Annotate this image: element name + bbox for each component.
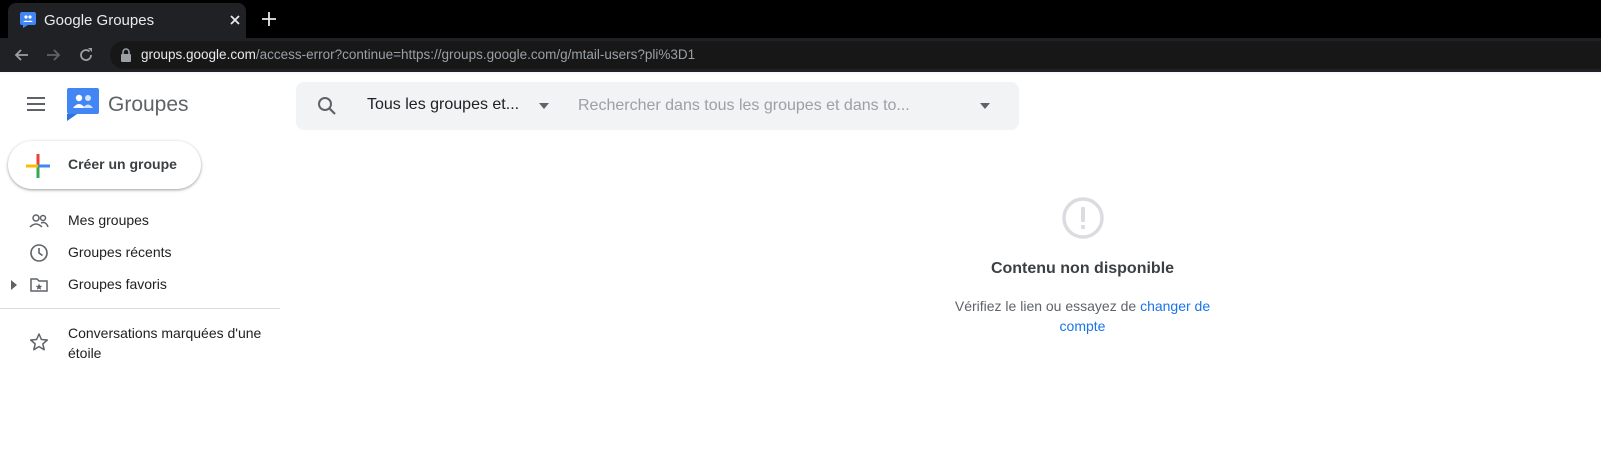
browser-tab[interactable]: Google Groupes [8,3,246,38]
sidebar-item-label: Groupes récents [68,244,172,260]
create-group-button[interactable]: Créer un groupe [8,141,201,189]
colored-plus-icon [26,154,50,178]
expand-arrow-icon[interactable] [10,280,18,290]
clock-icon [30,244,48,262]
sidebar-item-label: Mes groupes [68,212,149,228]
chevron-down-icon [539,103,549,109]
star-outline-icon [29,333,49,351]
sidebar-item-label: Conversations marquées d'une étoile [68,325,262,361]
groups-logo-icon[interactable] [67,88,101,122]
create-group-label: Créer un groupe [68,156,177,172]
sidebar-item-starred-conversations[interactable]: Conversations marquées d'une étoile [0,320,280,364]
search-scope-label: Tous les groupes et... [367,96,520,113]
search-bar: Tous les groupes et... [296,82,1019,130]
tab-title: Google Groupes [44,12,155,29]
sidebar-divider [0,308,280,309]
search-scope-dropdown[interactable]: Tous les groupes et... [356,82,556,130]
sidebar-item-favorite-groups[interactable]: Groupes favoris [0,270,280,300]
search-input[interactable] [578,92,968,120]
error-panel: Contenu non disponible Vérifiez le lien … [930,196,1235,336]
toolbar-divider [0,72,1601,74]
browser-tab-bar: Google Groupes [0,0,1601,38]
forward-arrow-icon[interactable] [43,45,63,65]
browser-toolbar: groups.google.com/access-error?continue=… [0,38,1601,72]
url-text: groups.google.com/access-error?continue=… [141,47,695,62]
new-tab-icon[interactable] [260,10,278,28]
url-path: /access-error?continue=https://groups.go… [255,47,696,62]
close-tab-icon[interactable] [226,11,244,29]
hamburger-menu-icon[interactable] [25,95,47,113]
lock-icon [121,48,131,62]
back-arrow-icon[interactable] [12,45,32,65]
folder-star-icon [30,278,48,292]
people-icon [29,214,49,228]
error-message-text: Vérifiez le lien ou essayez de [954,298,1141,314]
address-bar[interactable]: groups.google.com/access-error?continue=… [110,41,1601,69]
error-message: Vérifiez le lien ou essayez de changer d… [930,296,1235,336]
url-host: groups.google.com [141,47,256,62]
error-title: Contenu non disponible [990,260,1175,277]
app-logo-text: Groupes [108,93,189,116]
search-options-dropdown-icon[interactable] [980,103,990,109]
search-icon[interactable] [316,95,338,117]
reload-icon[interactable] [76,45,96,65]
groups-favicon-icon [20,12,36,28]
sidebar-item-my-groups[interactable]: Mes groupes [0,206,280,236]
exclamation-circle-icon [1061,197,1104,239]
sidebar-item-recent-groups[interactable]: Groupes récents [0,238,280,268]
sidebar-item-label: Groupes favoris [68,276,167,292]
